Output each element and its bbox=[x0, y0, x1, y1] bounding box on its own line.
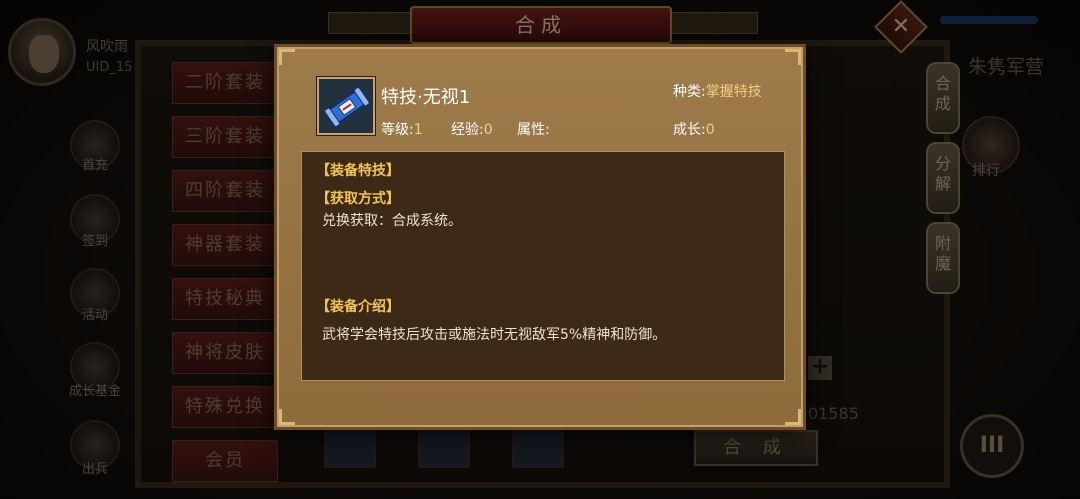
title-ornament-left bbox=[328, 12, 418, 34]
exp-label: 经验: bbox=[451, 122, 484, 138]
tab-tier2-set[interactable]: 二阶套装 bbox=[172, 62, 278, 104]
level-value: 1 bbox=[413, 122, 423, 138]
item-type: 种类:掌握特技 bbox=[673, 81, 762, 101]
item-growth: 成长:0 bbox=[673, 119, 715, 139]
top-progress-bar bbox=[940, 16, 1038, 24]
corner-ornament bbox=[785, 409, 801, 425]
exp-value: 0 bbox=[483, 122, 493, 138]
skill-scroll-icon bbox=[317, 77, 375, 135]
side-label-growth-fund: 成长基金 bbox=[68, 384, 121, 399]
corner-ornament bbox=[785, 49, 801, 65]
level-label: 等级: bbox=[381, 122, 414, 138]
side-label-first-recharge: 首充 bbox=[81, 158, 108, 173]
plus-button[interactable]: + bbox=[808, 356, 832, 380]
obtain-method-text: 兑换获取：合成系统。 bbox=[322, 213, 462, 229]
equip-intro-text: 武将学会特技后攻击或施法时无视敌军5%精神和防御。 bbox=[322, 327, 667, 343]
attr-label: 属性: bbox=[517, 122, 550, 138]
material-slot[interactable] bbox=[512, 426, 564, 468]
panel-title: 合成 bbox=[410, 6, 672, 44]
player-name: 风吹雨 bbox=[86, 39, 128, 55]
item-exp: 经验:0 bbox=[451, 119, 493, 139]
item-name: 特技·无视1 bbox=[381, 87, 471, 108]
tab-synthesize[interactable]: 合成 bbox=[926, 62, 960, 134]
side-label-activity: 活动 bbox=[81, 308, 108, 323]
tab-skill-manual[interactable]: 特技秘典 bbox=[172, 278, 278, 320]
camp-label: 朱隽军营 bbox=[968, 56, 1045, 78]
equip-intro-title: 【装备介绍】 bbox=[316, 299, 400, 315]
tab-tier3-set[interactable]: 三阶套装 bbox=[172, 116, 278, 158]
tab-hero-skin[interactable]: 神将皮肤 bbox=[172, 332, 278, 374]
item-type-label: 种类: bbox=[673, 84, 706, 100]
player-avatar[interactable] bbox=[8, 18, 76, 86]
equip-skill-title: 【装备特技】 bbox=[316, 163, 400, 179]
material-slot[interactable] bbox=[324, 426, 376, 468]
tab-artifact-set[interactable]: 神器套装 bbox=[172, 224, 278, 266]
growth-label: 成长: bbox=[673, 122, 706, 138]
side-label-checkin: 签到 bbox=[81, 234, 108, 249]
corner-ornament bbox=[279, 409, 295, 425]
item-info-panel: 【装备特技】 【获取方式】 兑换获取：合成系统。 【装备介绍】 武将学会特技后攻… bbox=[301, 151, 785, 381]
item-level: 等级:1 bbox=[381, 119, 423, 139]
player-uid: UID_15 bbox=[86, 60, 133, 75]
side-label-dispatch: 出兵 bbox=[81, 462, 108, 477]
tab-decompose[interactable]: 分解 bbox=[926, 142, 960, 214]
game-screen: 风吹雨 UID_15 首充 签到 活动 成长基金 出兵 合成 ✕ 二阶套装 三阶… bbox=[0, 0, 1080, 499]
synthesize-button[interactable]: 合 成 bbox=[694, 430, 818, 466]
close-icon: ✕ bbox=[891, 14, 911, 39]
title-ornament-right bbox=[668, 12, 758, 34]
tab-special-exchange[interactable]: 特殊兑换 bbox=[172, 386, 278, 428]
rank-label: 排行 bbox=[972, 163, 1000, 179]
menu-button[interactable]: III bbox=[960, 414, 1024, 478]
item-type-value: 掌握特技 bbox=[705, 84, 762, 100]
material-count: 01585 bbox=[808, 404, 859, 423]
material-slot[interactable] bbox=[418, 426, 470, 468]
tab-enchant[interactable]: 附魔 bbox=[926, 222, 960, 294]
item-detail-modal: 特技·无视1 种类:掌握特技 等级:1 经验:0 属性: 成长:0 【装备特技】… bbox=[274, 44, 806, 430]
growth-value: 0 bbox=[705, 122, 715, 138]
obtain-method-title: 【获取方式】 bbox=[316, 191, 400, 207]
tab-member[interactable]: 会员 bbox=[172, 440, 278, 482]
tab-tier4-set[interactable]: 四阶套装 bbox=[172, 170, 278, 212]
item-attr: 属性: bbox=[517, 119, 550, 139]
corner-ornament bbox=[279, 49, 295, 65]
